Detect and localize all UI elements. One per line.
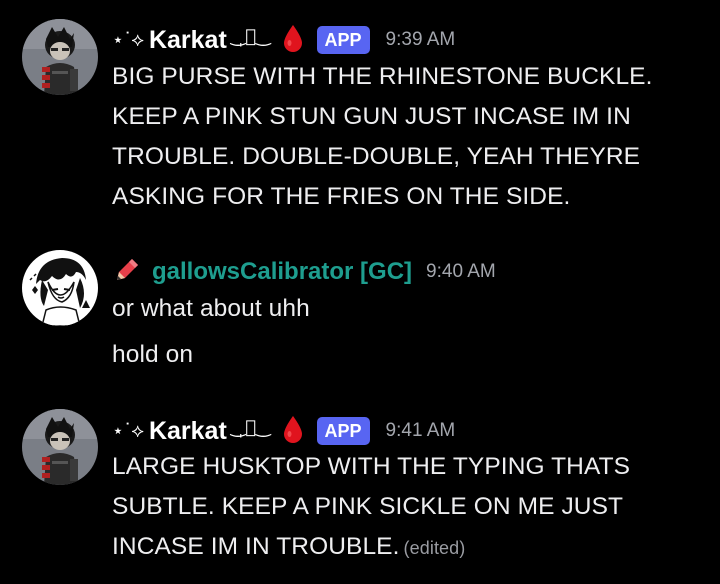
message-line: ASKING FOR THE FRIES ON THE SIDE.	[112, 183, 571, 210]
message-header: ⋆˙⟡ Karkat ‿̩͙‿ APP 9:39 AM	[112, 22, 455, 58]
blood-drop-icon	[283, 415, 303, 448]
message-line: TROUBLE. DOUBLE-DOUBLE, YEAH THEYRE	[112, 143, 641, 170]
message-2: gallowsCalibrator [GC] 9:40 AM or what a…	[0, 240, 720, 380]
author-name[interactable]: Karkat	[149, 26, 227, 55]
blood-drop-icon	[283, 24, 303, 57]
message-line: SUBTLE. KEEP A PINK SICKLE ON ME JUST	[112, 493, 624, 520]
message-header: ⋆˙⟡ Karkat ‿̩͙‿ APP 9:41 AM	[112, 413, 455, 449]
app-badge: APP	[316, 417, 370, 445]
gallows-avatar[interactable]	[22, 250, 98, 326]
timestamp[interactable]: 9:40 AM	[426, 261, 496, 283]
edited-label: (edited)	[403, 538, 466, 558]
pencil-icon	[112, 255, 142, 290]
message-line: LARGE HUSKTOP WITH THE TYPING THATS	[112, 453, 631, 480]
hook-decoration: ‿̩͙‿	[230, 25, 271, 47]
karkat-avatar[interactable]	[22, 409, 98, 485]
sparkle-icon: ⋆˙⟡	[112, 29, 144, 51]
message-1: ⋆˙⟡ Karkat ‿̩͙‿ APP 9:39 AM BIG PURSE WI…	[0, 0, 720, 230]
karkat-avatar[interactable]	[22, 19, 98, 95]
message-line-last: INCASE IM IN TROUBLE. (edited)	[112, 533, 465, 561]
message-line: hold on	[112, 341, 194, 368]
message-header: gallowsCalibrator [GC] 9:40 AM	[112, 254, 496, 290]
message-line: KEEP A PINK STUN GUN JUST INCASE IM IN	[112, 103, 631, 130]
timestamp[interactable]: 9:39 AM	[386, 29, 456, 51]
message-3: ⋆˙⟡ Karkat ‿̩͙‿ APP 9:41 AM LARGE HUSKTO…	[0, 392, 720, 584]
message-line: or what about uhh	[112, 295, 310, 322]
message-text: INCASE IM IN TROUBLE.	[112, 533, 400, 560]
sparkle-icon: ⋆˙⟡	[112, 420, 144, 442]
hook-decoration: ‿̩͙‿	[230, 416, 271, 438]
author-name[interactable]: Karkat	[149, 417, 227, 446]
message-line: BIG PURSE WITH THE RHINESTONE BUCKLE.	[112, 63, 653, 90]
app-badge: APP	[316, 26, 370, 54]
author-name[interactable]: gallowsCalibrator [GC]	[152, 258, 412, 286]
timestamp[interactable]: 9:41 AM	[386, 420, 456, 442]
